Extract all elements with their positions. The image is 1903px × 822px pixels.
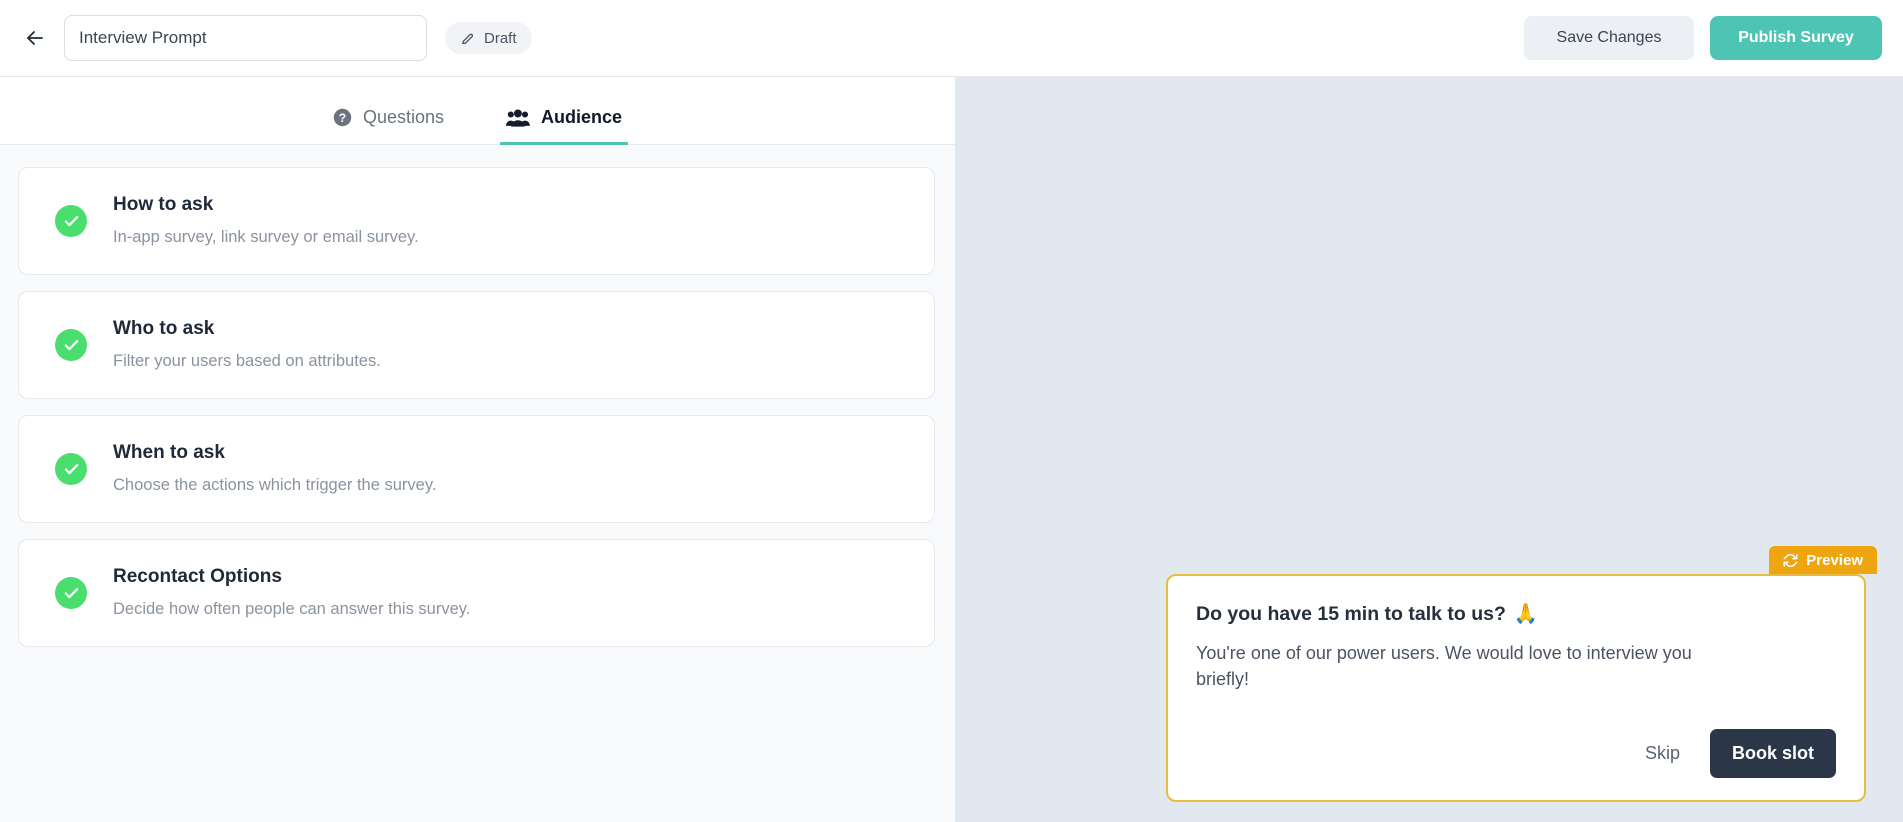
settings-card-how-to-ask[interactable]: How to ask In-app survey, link survey or… <box>18 167 935 275</box>
preview-badge-label: Preview <box>1806 551 1863 569</box>
back-button[interactable] <box>18 21 52 55</box>
settings-card-when-to-ask[interactable]: When to ask Choose the actions which tri… <box>18 415 935 523</box>
pencil-edit-icon <box>462 33 474 44</box>
folded-hands-emoji: 🙏 <box>1513 603 1539 625</box>
card-title: How to ask <box>113 194 214 216</box>
tab-audience[interactable]: Audience <box>500 107 629 145</box>
question-circle-icon: ? <box>333 108 352 127</box>
survey-title-input[interactable] <box>64 15 427 61</box>
refresh-sync-icon <box>1783 553 1798 567</box>
card-subtitle: In-app survey, link survey or email surv… <box>113 227 419 246</box>
save-changes-button[interactable]: Save Changes <box>1524 16 1694 60</box>
publish-survey-button[interactable]: Publish Survey <box>1710 16 1882 60</box>
survey-question-text: Do you have 15 min to talk to us? <box>1196 602 1506 625</box>
check-circle-icon <box>55 453 87 485</box>
card-subtitle: Decide how often people can answer this … <box>113 599 471 618</box>
survey-preview-card: Do you have 15 min to talk to us? 🙏 You'… <box>1166 574 1866 802</box>
settings-card-recontact-options[interactable]: Recontact Options Decide how often peopl… <box>18 539 935 647</box>
card-text: Recontact Options Decide how often peopl… <box>113 566 471 619</box>
preview-refresh-badge[interactable]: Preview <box>1769 546 1877 574</box>
status-badge[interactable]: Draft <box>445 22 532 54</box>
check-circle-icon <box>55 329 87 361</box>
survey-editor-panel: ? Questions Audience How to ask In-app s… <box>0 77 955 822</box>
svg-text:?: ? <box>339 111 346 125</box>
card-subtitle: Filter your users based on attributes. <box>113 351 381 370</box>
settings-card-who-to-ask[interactable]: Who to ask Filter your users based on at… <box>18 291 935 399</box>
card-subtitle: Choose the actions which trigger the sur… <box>113 475 437 494</box>
top-toolbar: Draft Save Changes Publish Survey <box>0 0 1903 77</box>
survey-question: Do you have 15 min to talk to us? 🙏 <box>1196 602 1834 626</box>
card-title: When to ask <box>113 442 225 464</box>
card-title: Recontact Options <box>113 566 282 588</box>
card-text: Who to ask Filter your users based on at… <box>113 318 381 371</box>
card-title: Who to ask <box>113 318 215 340</box>
card-text: When to ask Choose the actions which tri… <box>113 442 437 495</box>
editor-tabs: ? Questions Audience <box>0 77 955 145</box>
users-group-icon <box>506 109 530 127</box>
tab-audience-label: Audience <box>541 107 623 127</box>
tab-questions[interactable]: ? Questions <box>327 107 450 145</box>
check-circle-icon <box>55 205 87 237</box>
survey-body-text: You're one of our power users. We would … <box>1196 643 1692 690</box>
check-circle-icon <box>55 577 87 609</box>
book-slot-button[interactable]: Book slot <box>1709 729 1836 778</box>
arrow-left-icon <box>27 31 43 45</box>
card-text: How to ask In-app survey, link survey or… <box>113 194 419 247</box>
survey-actions: Skip Book slot <box>1641 729 1836 778</box>
tab-questions-label: Questions <box>362 107 444 127</box>
survey-preview-panel: Preview Do you have 15 min to talk to us… <box>955 77 1903 822</box>
audience-settings-list: How to ask In-app survey, link survey or… <box>0 145 955 647</box>
skip-button[interactable]: Skip <box>1641 737 1684 770</box>
status-badge-label: Draft <box>484 29 517 47</box>
